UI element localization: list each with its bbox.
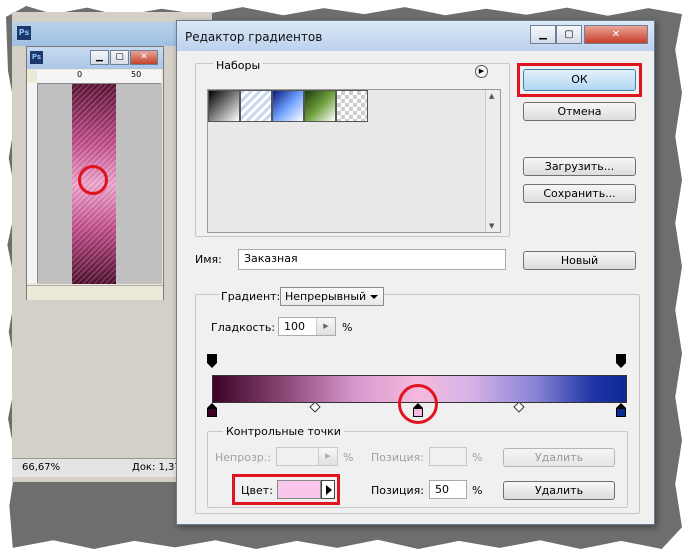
save-button[interactable]: Сохранить... bbox=[523, 184, 636, 203]
preset-blue[interactable] bbox=[272, 90, 304, 122]
zoom-level[interactable]: 66,67% bbox=[22, 462, 60, 473]
photoshop-logo-icon: Ps bbox=[17, 26, 31, 40]
highlight-rect-color bbox=[232, 474, 340, 505]
color-position-input[interactable]: 50 bbox=[429, 480, 467, 499]
gradient-type-value: Непрерывный bbox=[285, 290, 367, 303]
color-position-label: Позиция: bbox=[371, 484, 424, 497]
preset-transparent-stripes[interactable] bbox=[240, 90, 272, 122]
gradient-editor-dialog: Редактор градиентов ▁ ▢ ✕ Наборы ▶ ▲ ▼ О… bbox=[176, 20, 655, 525]
opacity-input[interactable]: ▶ bbox=[276, 447, 338, 466]
opacity-unit: % bbox=[343, 451, 354, 464]
presets-menu-icon[interactable]: ▶ bbox=[475, 65, 488, 78]
presets-label: Наборы bbox=[213, 59, 264, 72]
maximize-button[interactable]: ▢ bbox=[110, 50, 129, 65]
preset-green[interactable] bbox=[304, 90, 336, 122]
dialog-title-bar[interactable]: Редактор градиентов ▁ ▢ ✕ bbox=[177, 21, 654, 51]
chevron-down-icon bbox=[370, 295, 378, 299]
preset-transparent[interactable] bbox=[336, 90, 368, 122]
document-title-bar[interactable]: Ps ▁ ▢ ✕ bbox=[27, 47, 163, 69]
gradient-type-select[interactable]: Непрерывный bbox=[280, 287, 384, 306]
opacity-position-label: Позиция: bbox=[371, 451, 424, 464]
load-button[interactable]: Загрузить... bbox=[523, 157, 636, 176]
scroll-down-icon[interactable]: ▼ bbox=[489, 222, 494, 230]
presets-scrollbar[interactable]: ▲ ▼ bbox=[485, 90, 500, 232]
color-position-unit: % bbox=[472, 484, 483, 497]
app-title-bar: Ps bbox=[12, 22, 188, 46]
minimize-button[interactable]: ▁ bbox=[90, 50, 109, 65]
stops-group-label: Контрольные точки bbox=[223, 425, 344, 438]
cancel-button[interactable]: Отмена bbox=[523, 102, 636, 121]
opacity-label: Непрозр.: bbox=[215, 451, 271, 464]
smoothness-label: Гладкость: bbox=[211, 321, 276, 334]
smoothness-value: 100 bbox=[284, 320, 305, 333]
photoshop-doc-icon: Ps bbox=[30, 51, 43, 64]
smoothness-input[interactable]: 100 ▶ bbox=[278, 317, 336, 336]
opacity-stop-right[interactable] bbox=[616, 354, 626, 368]
dialog-maximize-button[interactable]: ▢ bbox=[556, 25, 582, 44]
opacity-position-unit: % bbox=[472, 451, 483, 464]
highlight-circle-stop bbox=[398, 384, 438, 424]
highlight-circle-canvas bbox=[78, 165, 108, 195]
doc-size: Док: 1,37 bbox=[132, 462, 181, 473]
smoothness-stepper-icon[interactable]: ▶ bbox=[316, 318, 335, 335]
dialog-minimize-button[interactable]: ▁ bbox=[530, 25, 556, 44]
ruler-mark: 0 bbox=[77, 70, 83, 79]
highlight-rect-ok bbox=[517, 63, 642, 97]
opacity-stepper-icon[interactable]: ▶ bbox=[318, 448, 337, 465]
ruler-mark: 50 bbox=[131, 70, 142, 79]
color-stop-left[interactable] bbox=[206, 403, 218, 419]
new-button[interactable]: Новый bbox=[523, 251, 636, 270]
close-button[interactable]: ✕ bbox=[130, 50, 158, 65]
status-bar: 66,67% Док: 1,37 bbox=[12, 458, 182, 477]
dialog-title: Редактор градиентов bbox=[185, 30, 323, 44]
delete-opacity-stop-button[interactable]: Удалить bbox=[503, 448, 615, 467]
horizontal-ruler: 0 50 bbox=[37, 70, 161, 84]
preset-black-white[interactable] bbox=[208, 90, 240, 122]
dialog-content: Наборы ▶ ▲ ▼ ОК Отмена Загрузить... Сохр… bbox=[183, 51, 648, 518]
dialog-close-button[interactable]: ✕ bbox=[584, 25, 648, 44]
scroll-up-icon[interactable]: ▲ bbox=[489, 92, 494, 100]
color-stop-right[interactable] bbox=[615, 403, 627, 419]
delete-color-stop-button[interactable]: Удалить bbox=[503, 481, 615, 500]
document-scrollbar[interactable] bbox=[27, 285, 163, 300]
vertical-ruler bbox=[27, 83, 38, 283]
opacity-stop-left[interactable] bbox=[207, 354, 217, 368]
name-label: Имя: bbox=[195, 253, 222, 266]
presets-list[interactable]: ▲ ▼ bbox=[207, 89, 501, 233]
gradient-name-input[interactable]: Заказная bbox=[238, 249, 506, 270]
opacity-position-input[interactable] bbox=[429, 447, 467, 466]
gradient-type-label: Градиент: bbox=[219, 290, 283, 303]
smoothness-unit: % bbox=[342, 321, 353, 334]
